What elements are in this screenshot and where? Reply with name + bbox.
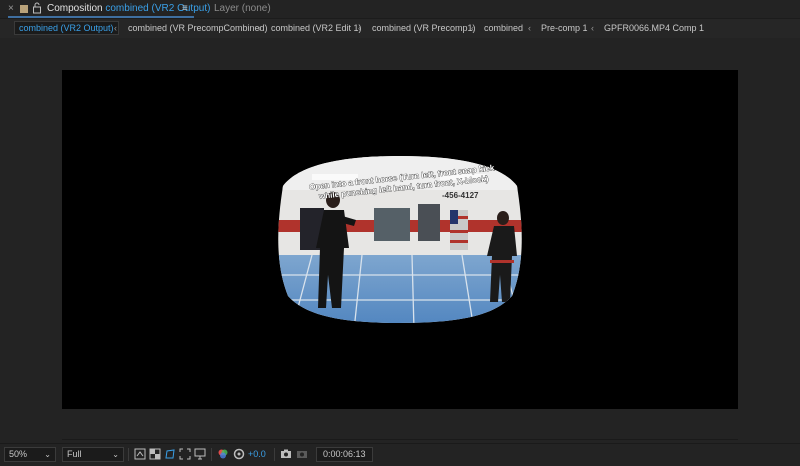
grid-guides-icon[interactable] xyxy=(194,448,206,460)
composition-tab-prefix: Composition xyxy=(47,3,103,14)
mask-visibility-icon[interactable] xyxy=(164,448,176,460)
camera-snapshot-icon[interactable] xyxy=(280,448,292,460)
viewer-controls: 50% ⌄ Full ⌄ +0.0 0:00:06:13 xyxy=(0,443,800,466)
resolution-select[interactable]: Full ⌄ xyxy=(62,447,124,462)
breadcrumb-item[interactable]: GPFR0066.MP4 Comp 1 xyxy=(604,23,704,33)
fast-previews-icon[interactable] xyxy=(134,448,146,460)
chevron-left-icon: ‹ xyxy=(358,23,361,33)
breadcrumb-item[interactable]: combined (VR Precomp1) xyxy=(372,23,476,33)
chevron-left-icon: ‹ xyxy=(258,23,261,33)
composition-canvas[interactable]: -456-4127 Open into a front horse (Turn … xyxy=(62,70,738,409)
chevron-left-icon: ‹ xyxy=(591,23,594,33)
chevron-down-icon: ⌄ xyxy=(44,450,51,459)
video-frame: -456-4127 Open into a front horse (Turn … xyxy=(278,156,522,323)
divider xyxy=(274,448,275,461)
magnification-select[interactable]: 50% ⌄ xyxy=(4,447,56,462)
transparency-grid-icon[interactable] xyxy=(149,448,161,460)
breadcrumb-item[interactable]: combined (VR2 Edit 1) xyxy=(271,23,362,33)
chevron-left-icon: ‹ xyxy=(528,23,531,33)
breadcrumb-item[interactable]: combined xyxy=(484,23,523,33)
magnification-value: 50% xyxy=(9,449,28,459)
wall-phone-number: -456-4127 xyxy=(442,191,479,200)
chevron-left-icon: ‹ xyxy=(114,23,117,33)
breadcrumb-item[interactable]: combined (VR2 Output) xyxy=(14,21,119,35)
lock-icon[interactable] xyxy=(32,2,42,14)
resolution-value: Full xyxy=(67,449,82,459)
exposure-value[interactable]: +0.0 xyxy=(248,449,266,459)
composition-navigator: combined (VR2 Output) ‹ combined (VR Pre… xyxy=(0,18,800,38)
composition-label-swatch xyxy=(20,5,28,13)
color-channels-icon[interactable] xyxy=(217,448,229,460)
region-of-interest-icon[interactable] xyxy=(179,448,191,460)
viewer-divider xyxy=(62,439,738,440)
panel-header: × Composition combined (VR2 Output) ≡ La… xyxy=(0,0,800,18)
layer-tab[interactable]: Layer (none) xyxy=(214,3,271,14)
divider xyxy=(211,448,212,461)
panel-menu-icon[interactable]: ≡ xyxy=(182,3,188,14)
exposure-icon[interactable] xyxy=(233,448,245,460)
chevron-down-icon: ⌄ xyxy=(112,450,119,459)
composition-tab-name: combined (VR2 Output) xyxy=(105,3,211,14)
breadcrumb-item[interactable]: Pre-comp 1 xyxy=(541,23,588,33)
close-panel-icon[interactable]: × xyxy=(8,3,14,14)
divider xyxy=(128,448,129,461)
composition-viewer[interactable]: -456-4127 Open into a front horse (Turn … xyxy=(0,39,800,441)
show-snapshot-icon[interactable] xyxy=(296,448,308,460)
current-time-display[interactable]: 0:00:06:13 xyxy=(316,447,373,462)
breadcrumb-item[interactable]: combined (VR PrecompCombined) xyxy=(128,23,268,33)
chevron-left-icon: ‹ xyxy=(471,23,474,33)
